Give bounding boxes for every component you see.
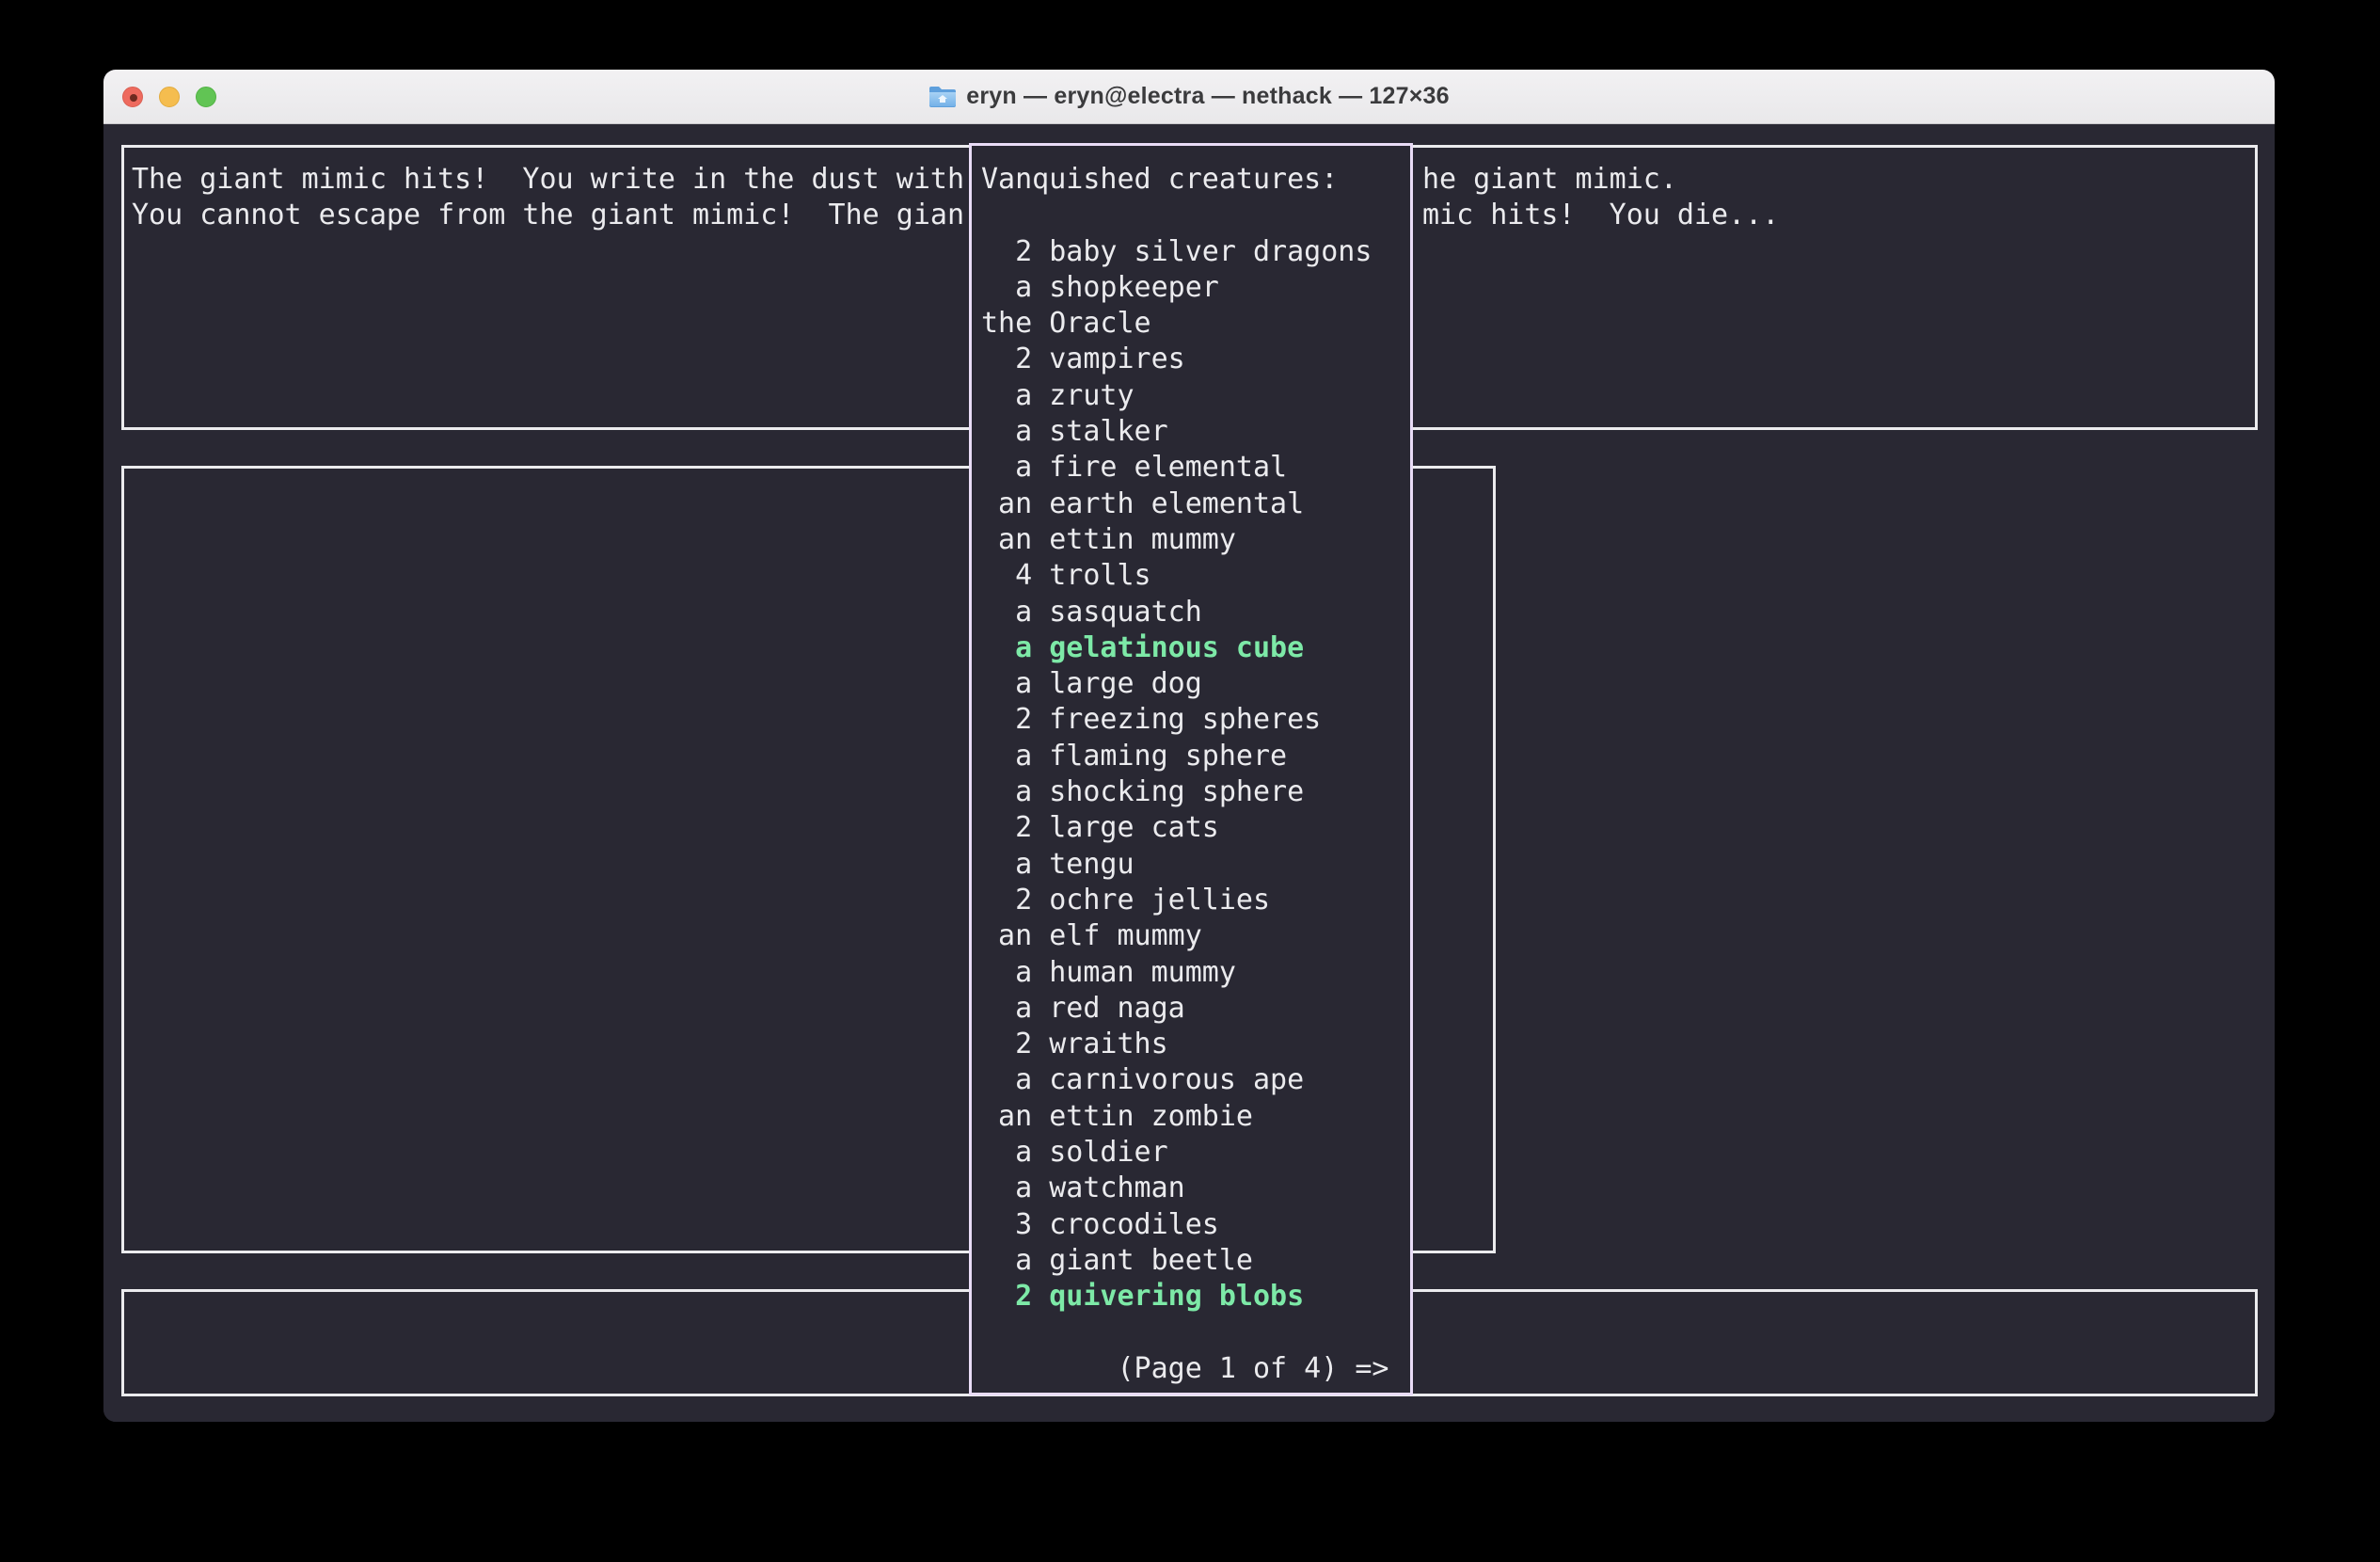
menu-item: a soldier: [981, 1135, 1372, 1171]
menu-item: a shocking sphere: [981, 774, 1372, 810]
menu-item: 2 freezing spheres: [981, 702, 1372, 738]
menu-item: 3 crocodiles: [981, 1207, 1372, 1243]
message-line-1-right: he giant mimic.: [1422, 162, 1677, 198]
message-line-2-left: You cannot escape from the giant mimic! …: [132, 198, 964, 233]
menu-item: an ettin zombie: [981, 1099, 1372, 1135]
menu-item: a gelatinous cube: [981, 630, 1372, 666]
menu-item: a shopkeeper: [981, 270, 1372, 306]
window-titlebar[interactable]: eryn — eryn@electra — nethack — 127×36: [103, 70, 2275, 124]
menu-item: 2 vampires: [981, 342, 1372, 377]
menu-item: an ettin mummy: [981, 522, 1372, 558]
message-line-2-right: mic hits! You die...: [1422, 198, 1779, 233]
menu-item: a zruty: [981, 378, 1372, 414]
menu-page-indicator: (Page 1 of 4) =>: [981, 1351, 1388, 1387]
desktop: eryn — eryn@electra — nethack — 127×36 T…: [0, 0, 2380, 1562]
menu-item: 2 baby silver dragons: [981, 234, 1372, 270]
terminal-screen[interactable]: The giant mimic hits! You write in the d…: [103, 124, 2275, 1422]
menu-item: 2 large cats: [981, 810, 1372, 846]
titlebar-center: eryn — eryn@electra — nethack — 127×36: [103, 70, 2275, 123]
menu-item: a fire elemental: [981, 450, 1372, 486]
menu-item: an elf mummy: [981, 918, 1372, 954]
message-line-1-left: The giant mimic hits! You write in the d…: [132, 162, 964, 198]
menu-item: 4 trolls: [981, 558, 1372, 594]
menu-item: a sasquatch: [981, 595, 1372, 630]
menu-item: a giant beetle: [981, 1243, 1372, 1279]
home-folder-icon: [928, 85, 957, 108]
menu-item: an earth elemental: [981, 486, 1372, 522]
menu-items: 2 baby silver dragons a shopkeeperthe Or…: [981, 234, 1372, 1315]
menu-item: a stalker: [981, 414, 1372, 450]
window-title: eryn — eryn@electra — nethack — 127×36: [966, 83, 1449, 110]
menu-item: 2 quivering blobs: [981, 1279, 1372, 1315]
menu-item: a red naga: [981, 991, 1372, 1027]
menu-title: Vanquished creatures:: [981, 162, 1338, 198]
menu-item: a carnivorous ape: [981, 1062, 1372, 1098]
menu-item: a tengu: [981, 847, 1372, 883]
menu-item: a watchman: [981, 1171, 1372, 1206]
menu-item: a large dog: [981, 666, 1372, 702]
menu-item: 2 wraiths: [981, 1027, 1372, 1062]
terminal-text-layer: The giant mimic hits! You write in the d…: [103, 124, 2275, 1422]
menu-item: 2 ochre jellies: [981, 883, 1372, 918]
menu-item: a flaming sphere: [981, 739, 1372, 774]
menu-item: a human mummy: [981, 955, 1372, 991]
terminal-window: eryn — eryn@electra — nethack — 127×36 T…: [103, 70, 2275, 1422]
menu-item: the Oracle: [981, 306, 1372, 342]
